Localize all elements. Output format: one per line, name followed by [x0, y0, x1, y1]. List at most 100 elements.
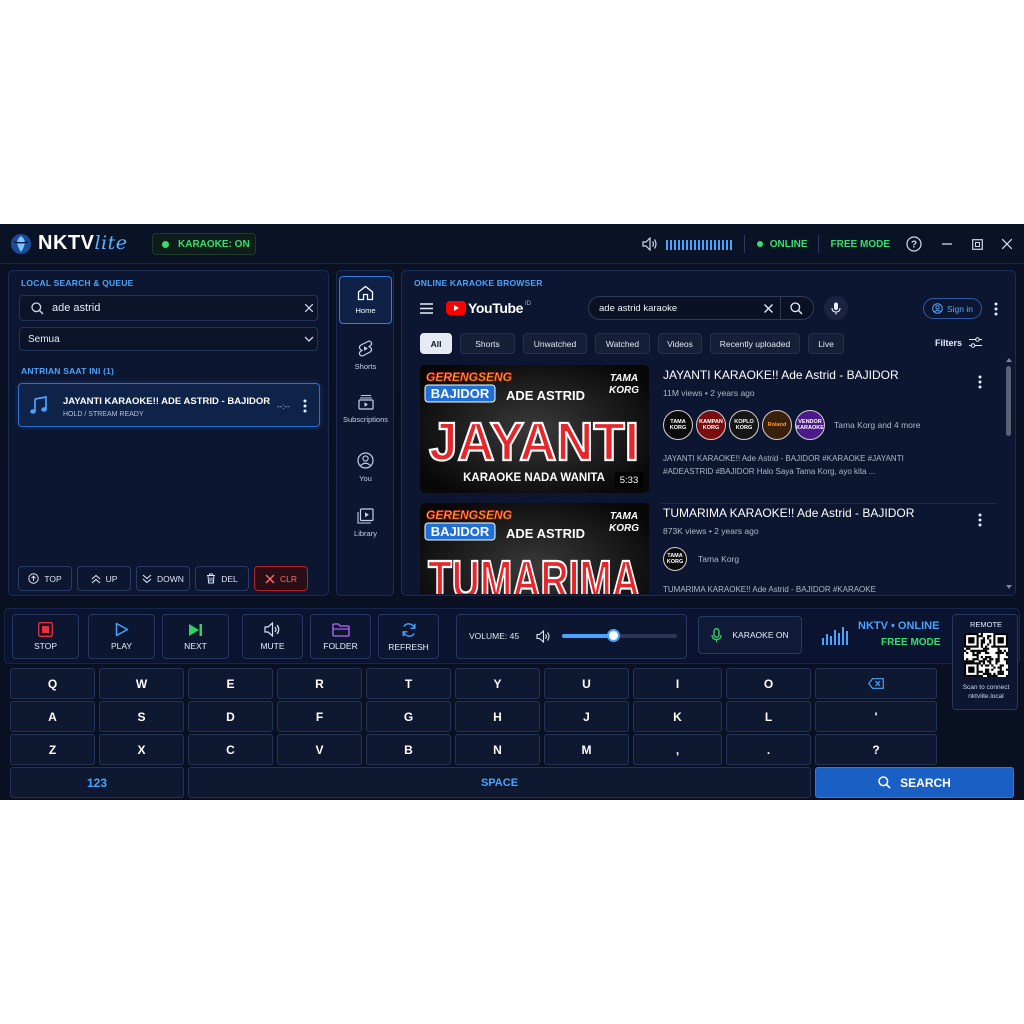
video-result[interactable]: GERENGSENG BAJIDOR ADE ASTRID TAMA KORG …	[420, 365, 1000, 495]
filters-button[interactable]: Filters	[935, 337, 983, 348]
folder-button[interactable]: FOLDER	[310, 614, 371, 659]
status-line-online: NKTV • ONLINE	[858, 620, 940, 632]
karaoke-status-badge[interactable]: KARAOKE: ON	[152, 233, 256, 255]
key-f[interactable]: F	[277, 701, 362, 732]
chip-shorts[interactable]: Shorts	[460, 333, 515, 354]
key-question[interactable]: ?	[815, 734, 937, 765]
minimize-button[interactable]	[932, 224, 962, 264]
nav-item-home[interactable]: Home	[339, 276, 392, 324]
voice-search-button[interactable]	[824, 296, 848, 320]
key-t[interactable]: T	[366, 668, 451, 699]
sign-in-button[interactable]: Sign in	[923, 298, 982, 319]
youtube-logo[interactable]: YouTube ID	[446, 300, 531, 316]
more-vert-icon[interactable]	[303, 399, 307, 413]
search-button[interactable]: SEARCH	[815, 767, 1014, 798]
search-icon[interactable]	[790, 302, 803, 315]
key-c[interactable]: C	[188, 734, 273, 765]
key-r[interactable]: R	[277, 668, 362, 699]
key-w[interactable]: W	[99, 668, 184, 699]
channel-row[interactable]: TAMA KORG KAMPAN KORG KOPLO KORG Roland …	[663, 410, 920, 440]
more-vert-icon[interactable]	[978, 513, 982, 527]
key-z[interactable]: Z	[10, 734, 95, 765]
channel-name: Tama Korg	[698, 554, 740, 564]
volume-slider[interactable]	[562, 629, 677, 642]
clear-search-icon[interactable]	[305, 304, 313, 312]
key-m[interactable]: M	[544, 734, 629, 765]
youtube-search-input[interactable]	[599, 301, 759, 316]
video-thumbnail[interactable]: GERENGSENG BAJIDOR ADE ASTRID TAMA KORG …	[420, 503, 649, 594]
menu-icon[interactable]	[420, 303, 433, 314]
local-search-input[interactable]	[52, 300, 292, 316]
clear-search-icon[interactable]	[764, 304, 773, 313]
key-u[interactable]: U	[544, 668, 629, 699]
music-note-icon	[30, 396, 47, 414]
key-j[interactable]: J	[544, 701, 629, 732]
help-icon[interactable]: ?	[906, 236, 922, 252]
more-vert-icon[interactable]	[978, 375, 982, 389]
category-select[interactable]: Semua	[19, 327, 318, 351]
nav-item-you[interactable]: You	[339, 443, 392, 491]
next-button[interactable]: NEXT	[162, 614, 229, 659]
chip-unwatched[interactable]: Unwatched	[523, 333, 587, 354]
key-space[interactable]: SPACE	[188, 767, 811, 798]
video-title[interactable]: TUMARIMA KARAOKE!! Ade Astrid - BAJIDOR	[663, 506, 914, 520]
key-b[interactable]: B	[366, 734, 451, 765]
key-backspace[interactable]	[815, 668, 937, 699]
channel-avatar: KAMPAN KORG	[696, 410, 726, 440]
key-n[interactable]: N	[455, 734, 540, 765]
queue-clear-button[interactable]: CLR	[254, 566, 308, 591]
svg-text:KARAOKE NADA WANITA: KARAOKE NADA WANITA	[463, 472, 605, 484]
volume-knob[interactable]	[607, 629, 621, 642]
chip-recently-uploaded[interactable]: Recently uploaded	[710, 333, 800, 354]
key-period[interactable]: .	[726, 734, 811, 765]
video-thumbnail[interactable]: GERENGSENG BAJIDOR ADE ASTRID TAMA KORG …	[420, 365, 649, 493]
key-g[interactable]: G	[366, 701, 451, 732]
nav-item-shorts[interactable]: Shorts	[339, 331, 392, 379]
speaker-icon[interactable]	[536, 630, 551, 643]
key-k[interactable]: K	[633, 701, 722, 732]
key-a[interactable]: A	[10, 701, 95, 732]
queue-up-button[interactable]: UP	[77, 566, 131, 591]
stop-button[interactable]: STOP	[12, 614, 79, 659]
chip-videos[interactable]: Videos	[658, 333, 702, 354]
queue-delete-button[interactable]: DEL	[195, 566, 249, 591]
play-button[interactable]: PLAY	[88, 614, 155, 659]
key-x[interactable]: X	[99, 734, 184, 765]
key-comma[interactable]: ,	[633, 734, 722, 765]
chip-live[interactable]: Live	[808, 333, 844, 354]
close-button[interactable]	[992, 224, 1022, 264]
queue-item[interactable]: JAYANTI KARAOKE!! ADE ASTRID - BAJIDOR H…	[18, 383, 320, 427]
nav-item-subscriptions[interactable]: Subscriptions	[339, 385, 392, 433]
nav-item-library[interactable]: Library	[339, 499, 392, 547]
key-v[interactable]: V	[277, 734, 362, 765]
more-vert-icon[interactable]	[994, 302, 998, 316]
speaker-icon	[264, 622, 280, 637]
svg-text:JAYANTI: JAYANTI	[429, 412, 639, 472]
speaker-icon[interactable]	[642, 237, 658, 251]
key-d[interactable]: D	[188, 701, 273, 732]
maximize-button[interactable]	[962, 224, 992, 264]
video-title[interactable]: JAYANTI KARAOKE!! Ade Astrid - BAJIDOR	[663, 368, 899, 382]
key-numeric[interactable]: 123	[10, 767, 184, 798]
refresh-button[interactable]: REFRESH	[378, 614, 439, 659]
mute-button[interactable]: MUTE	[242, 614, 303, 659]
channel-row[interactable]: TAMA KORG Tama Korg	[663, 547, 739, 571]
key-y[interactable]: Y	[455, 668, 540, 699]
key-h[interactable]: H	[455, 701, 540, 732]
queue-top-button[interactable]: TOP	[18, 566, 72, 591]
results-scrollbar[interactable]	[1005, 358, 1012, 590]
signal-bars-icon	[822, 627, 848, 645]
key-e[interactable]: E	[188, 668, 273, 699]
chip-all[interactable]: All	[420, 333, 452, 354]
chip-watched[interactable]: Watched	[595, 333, 650, 354]
karaoke-on-button[interactable]: KARAOKE ON	[698, 616, 802, 654]
key-apostrophe[interactable]: '	[815, 701, 937, 732]
scroll-thumb[interactable]	[1006, 366, 1011, 436]
key-i[interactable]: I	[633, 668, 722, 699]
queue-down-button[interactable]: DOWN	[136, 566, 190, 591]
key-o[interactable]: O	[726, 668, 811, 699]
key-l[interactable]: L	[726, 701, 811, 732]
video-result[interactable]: GERENGSENG BAJIDOR ADE ASTRID TAMA KORG …	[420, 503, 1000, 594]
key-q[interactable]: Q	[10, 668, 95, 699]
key-s[interactable]: S	[99, 701, 184, 732]
